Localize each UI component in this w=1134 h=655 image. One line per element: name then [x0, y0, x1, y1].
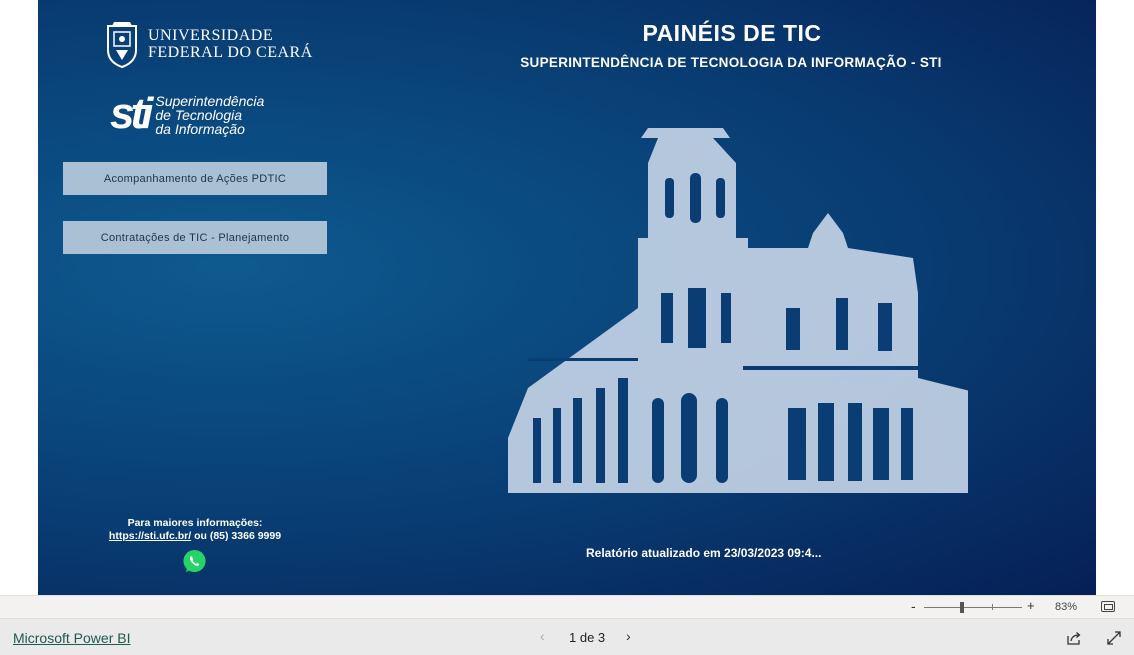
sti-logo: sti Superintendência de Tecnologia da In… [110, 89, 265, 138]
page-indicator: 1 de 3 [569, 630, 606, 645]
next-page-button[interactable]: › [626, 628, 631, 644]
ufc-crest-icon [107, 22, 137, 68]
report-updated-text: Relatório atualizado em 23/03/2023 09:4.… [586, 546, 822, 560]
zoom-level: 83% [1055, 601, 1078, 613]
fit-to-page-icon[interactable] [1101, 601, 1115, 612]
sti-logo-mark: sti [110, 89, 153, 138]
sti-website-link[interactable]: https://sti.ufc.br/ [109, 530, 191, 542]
expand-icon[interactable] [1106, 630, 1122, 646]
contact-heading: Para maiores informações: [127, 517, 263, 529]
contact-connector: ou [191, 530, 210, 542]
whatsapp-icon[interactable] [182, 549, 207, 574]
previous-page-button[interactable]: ‹ [540, 628, 545, 644]
nav-button-acoes-pdtic[interactable]: Acompanhamento de Ações PDTIC [63, 162, 327, 195]
zoom-in-button[interactable]: + [1027, 598, 1035, 613]
power-bi-link[interactable]: Microsoft Power BI [13, 630, 130, 646]
sti-logo-line3: da Informação [155, 121, 245, 137]
sti-logo-line2: de Tecnologia [155, 107, 243, 123]
share-icon[interactable] [1066, 630, 1082, 646]
report-stage: UNIVERSIDADE FEDERAL DO CEARÁ sti Superi… [0, 0, 1134, 595]
zoom-out-button[interactable]: - [911, 598, 916, 614]
zoom-slider-track[interactable] [924, 607, 1022, 608]
zoom-slider-thumb[interactable] [960, 602, 964, 613]
footer-bar: Microsoft Power BI ‹ 1 de 3 › [0, 619, 1134, 655]
page-title: PAINÉIS DE TIC [642, 20, 822, 46]
zoom-bar: - + 83% [0, 595, 1134, 619]
contact-info: Para maiores informações: https://sti.uf… [98, 517, 292, 543]
report-canvas: UNIVERSIDADE FEDERAL DO CEARÁ sti Superi… [38, 0, 1096, 595]
page-subtitle: SUPERINTENDÊNCIA DE TECNOLOGIA DA INFORM… [520, 55, 942, 70]
ufc-logo-line1: UNIVERSIDADE [148, 27, 274, 44]
building-illustration [508, 128, 968, 493]
contact-phone: (85) 3366 9999 [209, 530, 282, 542]
nav-button-contratacoes-tic[interactable]: Contratações de TIC - Planejamento [63, 221, 327, 254]
zoom-slider-tick [992, 604, 993, 610]
ufc-logo-line2: FEDERAL DO CEARÁ [148, 44, 313, 61]
ufc-logo: UNIVERSIDADE FEDERAL DO CEARÁ [104, 20, 313, 68]
sti-logo-line1: Superintendência [155, 93, 265, 109]
